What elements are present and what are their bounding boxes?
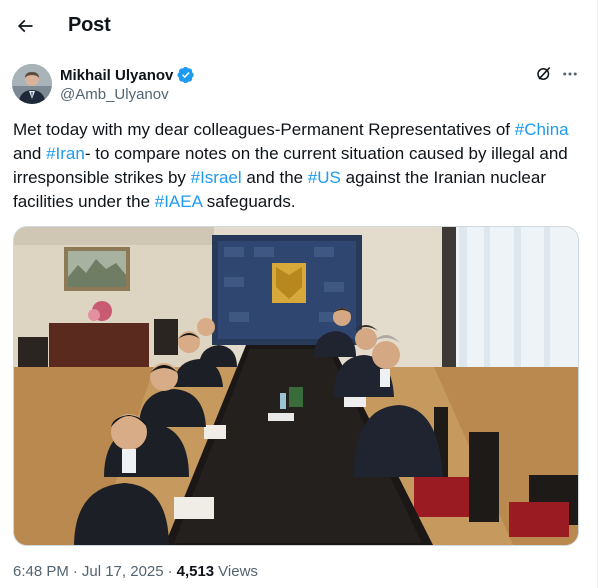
post-header: Post	[0, 0, 598, 53]
post-time[interactable]: 6:48 PM	[13, 563, 69, 580]
post-date[interactable]: Jul 17, 2025	[82, 563, 164, 580]
post-meta: 6:48 PM · Jul 17, 2025 · 4,513 Views	[13, 563, 258, 580]
back-button[interactable]	[8, 9, 42, 43]
post-page: Post Mikhail Ulyanov @Amb_Ulyanov Met to…	[0, 0, 598, 588]
hashtag-china[interactable]: #China	[515, 120, 569, 139]
hashtag-israel[interactable]: #Israel	[191, 168, 242, 187]
author-name-text: Mikhail Ulyanov	[60, 66, 174, 84]
page-title: Post	[68, 14, 111, 36]
meta-separator: ·	[167, 563, 173, 580]
tweet-text-segment: safeguards.	[202, 192, 296, 211]
author-handle[interactable]: @Amb_Ulyanov	[60, 86, 169, 103]
grok-icon	[537, 67, 551, 80]
views-count: 4,513	[176, 563, 215, 580]
more-button[interactable]	[558, 63, 582, 85]
tweet-text: Met today with my dear colleagues-Perman…	[13, 118, 583, 214]
views-label: Views	[218, 563, 258, 580]
grok-button[interactable]	[533, 63, 555, 85]
hashtag-iran[interactable]: #Iran	[46, 144, 85, 163]
tweet-text-segment: Met today with my dear colleagues-Perman…	[13, 120, 515, 139]
more-icon	[563, 72, 577, 76]
tweet-text-segment: and the	[241, 168, 308, 187]
meta-separator: ·	[72, 563, 78, 580]
author-name[interactable]: Mikhail Ulyanov	[60, 66, 195, 84]
hashtag-iaea[interactable]: #IAEA	[155, 192, 202, 211]
tweet-photo[interactable]	[13, 226, 579, 546]
avatar[interactable]	[12, 64, 52, 104]
tweet-text-segment: and	[13, 144, 47, 163]
hashtag-us[interactable]: #US	[308, 168, 341, 187]
verified-badge-icon	[177, 66, 195, 84]
arrow-left-icon	[17, 19, 33, 33]
